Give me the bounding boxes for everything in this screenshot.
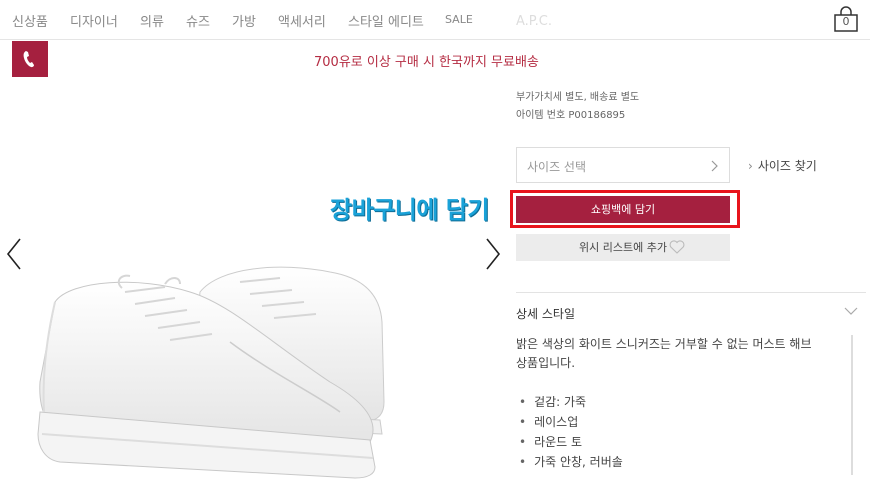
heart-icon (669, 240, 685, 254)
shopping-bag-button[interactable]: 0 (832, 6, 860, 32)
chevron-down-icon[interactable] (844, 307, 858, 316)
list-item: 라운드 토 (516, 433, 623, 453)
brand-name-faded: A.P.C. (516, 14, 552, 29)
details-scrollbar[interactable] (851, 335, 853, 475)
arrow-left-icon[interactable] (5, 237, 23, 271)
details-accordion-title[interactable]: 상세 스타일 (516, 305, 575, 322)
phone-icon (23, 51, 34, 68)
list-item: 가죽 안창, 러버솔 (516, 453, 623, 473)
size-finder-label: 사이즈 찾기 (757, 159, 817, 173)
nav-item-shoes[interactable]: 슈즈 (186, 11, 210, 30)
nav-item-accessories[interactable]: 액세서리 (278, 11, 326, 30)
arrow-right-icon[interactable] (484, 237, 502, 271)
wishlist-label: 위시 리스트에 추가 (579, 241, 667, 254)
nav-item-new[interactable]: 신상품 (12, 11, 48, 30)
size-select-placeholder: 사이즈 선택 (527, 160, 587, 174)
nav-item-bags[interactable]: 가방 (232, 11, 256, 30)
details-description: 밝은 색상의 화이트 스니커즈는 거부할 수 없는 머스트 해브 상품입니다. (516, 337, 812, 370)
section-divider (516, 292, 866, 293)
details-list: 겉감: 가죽 레이스업 라운드 토 가죽 안창, 러버솔 (516, 393, 623, 473)
chevron-right-icon: › (748, 159, 753, 173)
size-select[interactable]: 사이즈 선택 (516, 147, 730, 183)
nav-item-designers[interactable]: 디자이너 (70, 11, 118, 30)
size-finder-link[interactable]: › 사이즈 찾기 (748, 157, 817, 174)
nav-item-sale[interactable]: SALE (445, 13, 473, 26)
annotation-label: 장바구니에 담기 (330, 196, 489, 224)
item-number: 아이템 번호 P00186895 (516, 110, 626, 121)
list-item: 레이스업 (516, 413, 623, 433)
add-to-wishlist-button[interactable]: 위시 리스트에 추가 (516, 234, 730, 261)
bag-count: 0 (842, 15, 850, 28)
tax-note: 부가가치세 별도, 배송료 별도 (516, 92, 640, 103)
nav-item-style-edit[interactable]: 스타일 에디트 (348, 11, 424, 30)
nav-item-clothing[interactable]: 의류 (140, 11, 164, 30)
product-image (37, 266, 385, 479)
annotation-highlight-box (510, 190, 740, 228)
phone-button[interactable] (12, 41, 48, 77)
list-item: 겉감: 가죽 (516, 393, 623, 413)
promo-banner: 700유로 이상 구매 시 한국까지 무료배송 (314, 55, 539, 70)
top-nav: 신상품 디자이너 의류 슈즈 가방 액세서리 스타일 에디트 SALE 0 (0, 0, 870, 40)
chevron-right-icon (711, 160, 718, 172)
